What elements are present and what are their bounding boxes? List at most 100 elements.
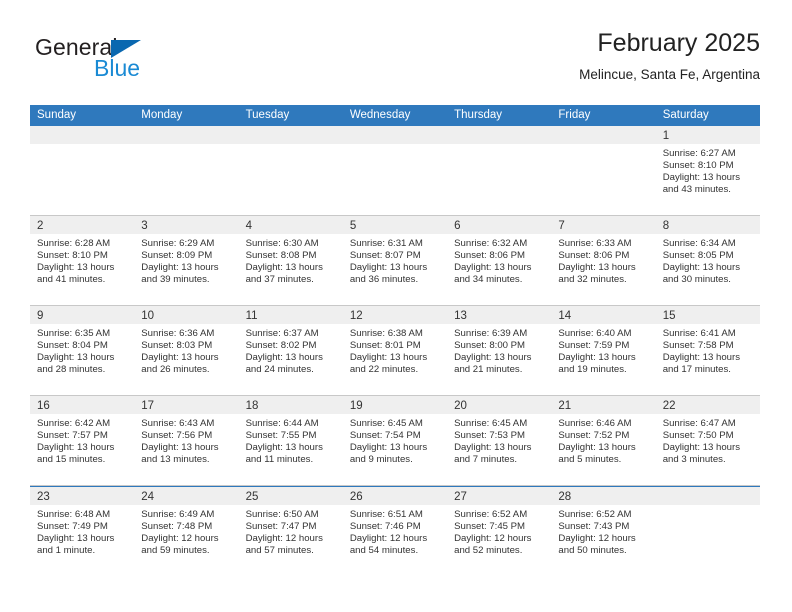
calendar-day-cell[interactable]: 27 Sunrise: 6:52 AM Sunset: 7:45 PM Dayligh… (447, 487, 552, 577)
sunset-text: Sunset: 7:49 PM (37, 521, 108, 533)
calendar-day-cell[interactable]: 26 Sunrise: 6:51 AM Sunset: 7:46 PM Dayligh… (342, 487, 448, 577)
day-number: 18 (245, 400, 259, 412)
sunset-text: Sunset: 7:59 PM (558, 340, 630, 352)
sunrise-text: Sunrise: 6:52 AM (454, 509, 528, 520)
calendar-day-cell[interactable]: 24 Sunrise: 6:49 AM Sunset: 7:48 PM Dayligh… (134, 487, 239, 577)
day-number: 2 (37, 220, 44, 232)
day-detail-lines: Sunrise: 6:45 AM Sunset: 7:53 PM Daylight:… (447, 414, 551, 466)
daylight-text: and 30 minutes. (662, 274, 731, 286)
sunrise-text: Sunrise: 6:50 AM (245, 509, 319, 520)
day-number: 17 (141, 400, 155, 412)
daylight-text: Daylight: 12 hours (349, 533, 428, 545)
calendar-day-cell[interactable]: 15 Sunrise: 6:41 AM Sunset: 7:58 PM Dayligh… (655, 306, 760, 395)
calendar-day-cell[interactable]: 28 Sunrise: 6:52 AM Sunset: 7:43 PM Dayligh… (551, 487, 656, 577)
day-number: 14 (558, 310, 572, 322)
calendar-week-row: 1 Sunrise: 6:27 AM Sunset: 8:10 PM Daylight… (30, 126, 760, 216)
day-number: 12 (349, 310, 363, 322)
day-number-band: 16 (30, 396, 135, 414)
calendar-day-cell[interactable]: 20 Sunrise: 6:45 AM Sunset: 7:53 PM Dayligh… (447, 396, 552, 485)
day-number-band: 3 (134, 216, 239, 234)
sunrise-text: Sunrise: 6:49 AM (141, 509, 215, 520)
calendar-day-cell[interactable]: 17 Sunrise: 6:43 AM Sunset: 7:56 PM Dayligh… (134, 396, 239, 485)
sunset-text: Sunset: 7:55 PM (245, 430, 317, 442)
daylight-text: Daylight: 13 hours (245, 262, 323, 274)
day-detail-lines: Sunrise: 6:33 AM Sunset: 8:06 PM Daylight:… (551, 234, 655, 286)
day-detail-lines: Sunrise: 6:30 AM Sunset: 8:08 PM Daylight:… (239, 234, 343, 286)
day-detail-lines: Sunrise: 6:36 AM Sunset: 8:03 PM Daylight:… (134, 324, 238, 376)
calendar-day-cell[interactable]: 3 Sunrise: 6:29 AM Sunset: 8:09 PM Daylight… (134, 216, 239, 305)
daylight-text: and 24 minutes. (245, 364, 314, 376)
day-detail-lines: Sunrise: 6:41 AM Sunset: 7:58 PM Daylight:… (656, 324, 760, 376)
calendar-day-cell[interactable]: 4 Sunrise: 6:30 AM Sunset: 8:08 PM Daylight… (238, 216, 343, 305)
calendar-day-cell[interactable]: 18 Sunrise: 6:44 AM Sunset: 7:55 PM Dayligh… (238, 396, 343, 485)
calendar-day-cell[interactable]: 21 Sunrise: 6:46 AM Sunset: 7:52 PM Dayligh… (551, 396, 656, 485)
calendar-day-cell[interactable]: 5 Sunrise: 6:31 AM Sunset: 8:07 PM Daylight… (342, 216, 448, 305)
daylight-text: and 1 minute. (37, 545, 96, 557)
sunrise-text: Sunrise: 6:52 AM (558, 509, 632, 520)
calendar-day-cell[interactable]: 16 Sunrise: 6:42 AM Sunset: 7:57 PM Dayligh… (30, 396, 135, 485)
sunrise-text: Sunrise: 6:27 AM (662, 148, 736, 159)
day-number: 25 (245, 491, 259, 503)
sunset-text: Sunset: 7:54 PM (349, 430, 421, 442)
day-detail-lines: Sunrise: 6:43 AM Sunset: 7:56 PM Daylight:… (134, 414, 238, 466)
calendar-day-cell[interactable]: 14 Sunrise: 6:40 AM Sunset: 7:59 PM Dayligh… (551, 306, 656, 395)
daylight-text: Daylight: 13 hours (37, 262, 115, 274)
day-number-band: 11 (238, 306, 343, 324)
day-number-band: 19 (342, 396, 448, 414)
daylight-text: Daylight: 13 hours (37, 533, 115, 545)
daylight-text: Daylight: 13 hours (245, 352, 323, 364)
day-number: 6 (454, 220, 461, 232)
day-detail-lines: Sunrise: 6:28 AM Sunset: 8:10 PM Daylight:… (30, 234, 134, 286)
daylight-text: and 52 minutes. (454, 545, 523, 557)
calendar-day-cell[interactable]: 13 Sunrise: 6:39 AM Sunset: 8:00 PM Dayligh… (447, 306, 552, 395)
calendar-day-cell-empty (551, 126, 656, 215)
sunset-text: Sunset: 8:03 PM (141, 340, 213, 352)
day-detail-lines: Sunrise: 6:51 AM Sunset: 7:46 PM Daylight:… (343, 505, 447, 557)
calendar-day-cell[interactable]: 7 Sunrise: 6:33 AM Sunset: 8:06 PM Daylight… (551, 216, 656, 305)
sunset-text: Sunset: 7:50 PM (662, 430, 734, 442)
sunrise-text: Sunrise: 6:51 AM (349, 509, 423, 520)
sunrise-text: Sunrise: 6:40 AM (558, 328, 632, 339)
calendar-day-cell[interactable]: 25 Sunrise: 6:50 AM Sunset: 7:47 PM Dayligh… (238, 487, 343, 577)
calendar-day-cell[interactable]: 1 Sunrise: 6:27 AM Sunset: 8:10 PM Daylight… (655, 126, 760, 215)
general-blue-logo[interactable]: General Blue (35, 34, 255, 90)
calendar-day-cell[interactable]: 6 Sunrise: 6:32 AM Sunset: 8:06 PM Daylight… (447, 216, 552, 305)
calendar-day-cell[interactable]: 19 Sunrise: 6:45 AM Sunset: 7:54 PM Dayligh… (342, 396, 448, 485)
daylight-text: and 21 minutes. (454, 364, 523, 376)
calendar-day-cell[interactable]: 23 Sunrise: 6:48 AM Sunset: 7:49 PM Dayligh… (30, 487, 135, 577)
daylight-text: Daylight: 13 hours (454, 442, 532, 454)
sunrise-text: Sunrise: 6:30 AM (245, 238, 319, 249)
sunrise-text: Sunrise: 6:45 AM (349, 418, 423, 429)
daylight-text: and 11 minutes. (245, 454, 314, 466)
daylight-text: and 32 minutes. (558, 274, 627, 286)
calendar-day-cell[interactable]: 9 Sunrise: 6:35 AM Sunset: 8:04 PM Daylight… (30, 306, 135, 395)
calendar-day-cell[interactable]: 11 Sunrise: 6:37 AM Sunset: 8:02 PM Dayligh… (238, 306, 343, 395)
daylight-text: and 17 minutes. (662, 364, 731, 376)
day-number: 7 (558, 220, 565, 232)
day-number-band (134, 126, 239, 144)
sunset-text: Sunset: 8:02 PM (245, 340, 317, 352)
day-detail-lines: Sunrise: 6:42 AM Sunset: 7:57 PM Daylight:… (30, 414, 134, 466)
calendar-day-cell[interactable]: 12 Sunrise: 6:38 AM Sunset: 8:01 PM Dayligh… (342, 306, 448, 395)
calendar-day-cell[interactable]: 8 Sunrise: 6:34 AM Sunset: 8:05 PM Daylight… (655, 216, 760, 305)
sunset-text: Sunset: 8:06 PM (558, 250, 630, 262)
daylight-text: and 13 minutes. (141, 454, 210, 466)
day-number: 20 (454, 400, 467, 412)
weekday-header-saturday: Saturday (662, 109, 709, 121)
day-number-band (342, 126, 448, 144)
daylight-text: and 59 minutes. (141, 545, 210, 557)
day-detail-lines: Sunrise: 6:38 AM Sunset: 8:01 PM Daylight:… (343, 324, 447, 376)
day-number: 27 (454, 491, 467, 503)
sunset-text: Sunset: 8:05 PM (662, 250, 734, 262)
daylight-text: Daylight: 13 hours (558, 442, 636, 454)
day-number-band: 9 (30, 306, 135, 324)
daylight-text: Daylight: 13 hours (558, 352, 636, 364)
calendar-day-cell[interactable]: 2 Sunrise: 6:28 AM Sunset: 8:10 PM Daylight… (30, 216, 135, 305)
daylight-text: Daylight: 12 hours (141, 533, 219, 545)
calendar-day-cell[interactable]: 10 Sunrise: 6:36 AM Sunset: 8:03 PM Dayligh… (134, 306, 239, 395)
day-number-band: 21 (551, 396, 656, 414)
sunset-text: Sunset: 8:04 PM (37, 340, 108, 352)
calendar-day-cell[interactable]: 22 Sunrise: 6:47 AM Sunset: 7:50 PM Dayligh… (655, 396, 760, 485)
calendar-week-row: 23 Sunrise: 6:48 AM Sunset: 7:49 PM Dayligh… (30, 487, 760, 577)
daylight-text: Daylight: 13 hours (141, 262, 219, 274)
